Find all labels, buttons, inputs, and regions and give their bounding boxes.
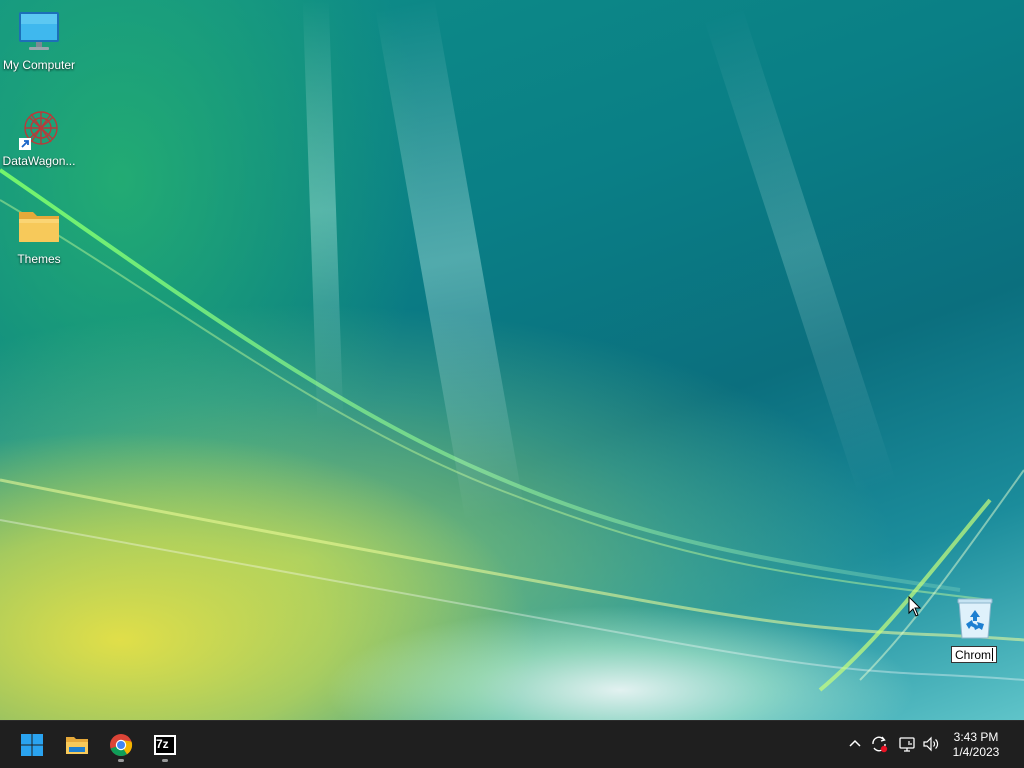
computer-icon: [17, 10, 61, 54]
desktop-icon-recycle-bin[interactable]: [937, 596, 1013, 644]
taskbar-7zip[interactable]: 7z: [145, 725, 185, 765]
desktop-icon-datawagon[interactable]: DataWagon...: [1, 106, 77, 168]
file-explorer-icon: [66, 737, 88, 754]
taskbar-file-explorer[interactable]: [57, 725, 97, 765]
recycle-bin-icon: [953, 596, 997, 640]
system-clock[interactable]: 3:43 PM 1/4/2023: [946, 730, 1006, 760]
mouse-pointer-icon: [908, 596, 922, 617]
running-indicator: [162, 759, 168, 762]
desktop-icon-themes[interactable]: Themes: [1, 204, 77, 266]
seven-zip-label: 7z: [156, 737, 169, 751]
desktop-icon-label: DataWagon...: [2, 154, 76, 168]
network-icon[interactable]: [898, 735, 916, 753]
desktop-icon-my-computer[interactable]: My Computer: [1, 10, 77, 72]
rename-text: Chrom: [955, 648, 992, 662]
wallpaper-streaks: [0, 0, 1024, 692]
windows-start-icon: [21, 734, 43, 756]
text-caret: [992, 648, 994, 661]
sync-icon[interactable]: [870, 735, 888, 753]
taskbar-chrome[interactable]: [101, 725, 141, 765]
start-button[interactable]: [12, 725, 52, 765]
desktop-icon-label: My Computer: [2, 58, 76, 72]
clock-date: 1/4/2023: [952, 745, 1000, 759]
folder-icon: [17, 204, 61, 248]
volume-icon[interactable]: [922, 735, 940, 753]
taskbar: 7z 3:43 PM 1/4/2023: [0, 720, 1024, 768]
chevron-up-icon[interactable]: [848, 735, 862, 751]
chrome-icon: [110, 734, 133, 757]
clock-time: 3:43 PM: [953, 730, 999, 744]
rename-textbox[interactable]: Chrom: [951, 646, 997, 663]
desktop[interactable]: My Computer DataWagon... Themes Chrom: [0, 0, 1024, 720]
running-indicator: [118, 759, 124, 762]
desktop-icon-label: Themes: [17, 252, 61, 266]
datawagon-shortcut-icon: [17, 106, 61, 150]
